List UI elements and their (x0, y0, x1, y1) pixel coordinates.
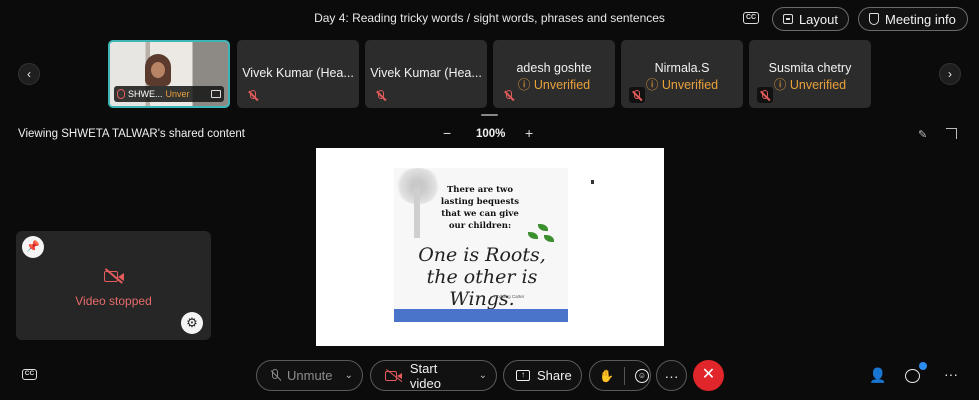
share-label: Share (537, 368, 572, 383)
zoom-in-button[interactable]: + (525, 125, 533, 141)
participant-name: Nirmala.S (654, 61, 710, 75)
shared-content: There are two lasting bequests that we c… (316, 148, 664, 346)
participant-face (151, 62, 165, 78)
share-button[interactable]: ↑ Share (503, 360, 582, 391)
quote-main: One is Roots, the other is Wings. (418, 244, 546, 310)
chevron-down-icon[interactable]: ⌄ (479, 370, 487, 381)
muted-mic-icon (245, 87, 261, 103)
strip-prev-button[interactable]: ‹ (18, 63, 40, 85)
zoom-out-button[interactable]: − (443, 125, 451, 141)
muted-mic-icon (269, 368, 282, 383)
participant-tile[interactable]: Vivek Kumar (Hea... (237, 40, 359, 108)
mic-icon (117, 89, 125, 99)
chat-notification-badge (919, 362, 927, 370)
expand-icon[interactable] (946, 128, 957, 139)
zoom-level: 100% (476, 128, 506, 140)
unverified-label: Unver (165, 89, 190, 99)
control-bar: CC Unmute ⌄ Start video ⌄ ↑ Share ✋ ☺ ··… (0, 355, 979, 395)
participant-name: Vivek Kumar (Hea... (242, 66, 354, 80)
chevron-down-icon[interactable]: ⌄ (345, 370, 353, 381)
tile-footer: SHWE... Unver (114, 86, 224, 102)
participant-tile[interactable]: adesh goshte ⓘ Unverified (493, 40, 615, 108)
strip-resize-handle[interactable] (481, 114, 498, 116)
more-menu-icon[interactable]: ··· (944, 366, 958, 382)
participant-tile[interactable]: Vivek Kumar (Hea... (365, 40, 487, 108)
muted-mic-icon (757, 87, 773, 103)
meeting-info-button[interactable]: Meeting info (858, 7, 968, 31)
video-off-icon (104, 268, 124, 284)
participant-name: adesh goshte (516, 61, 592, 75)
reactions-group: ✋ ☺ (589, 360, 651, 391)
start-video-label: Start video (409, 360, 441, 391)
raise-hand-icon[interactable]: ✋ (599, 369, 614, 383)
presenter-cursor (591, 180, 594, 184)
layout-icon (783, 14, 793, 24)
tree-illustration (394, 168, 442, 238)
divider (623, 366, 625, 385)
end-call-button[interactable]: ✕ (693, 360, 724, 391)
annotate-icon[interactable]: ✎ (918, 128, 930, 141)
closed-captions-icon[interactable]: CC (743, 12, 759, 24)
quote-author: ~ Hodding Carter (490, 294, 525, 299)
sharing-icon (211, 90, 221, 98)
share-icon: ↑ (516, 370, 530, 381)
chat-icon[interactable] (905, 369, 920, 383)
participant-tile-active-speaker[interactable]: SHWE... Unver (108, 40, 230, 108)
shield-icon (869, 13, 879, 25)
top-bar: Day 4: Reading tricky words / sight word… (0, 0, 979, 36)
leaves-illustration (526, 224, 556, 244)
video-stopped-label: Video stopped (75, 294, 152, 308)
video-off-icon (385, 368, 403, 383)
participant-tile[interactable]: Nirmala.S ⓘ Unverified (621, 40, 743, 108)
start-video-button[interactable]: Start video ⌄ (370, 360, 497, 391)
participant-name: Vivek Kumar (Hea... (370, 66, 482, 80)
unmute-label: Unmute (287, 368, 333, 383)
layout-button[interactable]: Layout (772, 7, 849, 31)
meeting-info-label: Meeting info (885, 11, 956, 27)
unmute-button[interactable]: Unmute ⌄ (256, 360, 363, 391)
participant-tile[interactable]: Susmita chetry ⓘ Unverified (749, 40, 871, 108)
participant-name: SHWE... (128, 89, 163, 99)
strip-next-button[interactable]: › (939, 63, 961, 85)
more-options-button[interactable]: ··· (656, 360, 687, 391)
quote-footer-bar (394, 309, 568, 322)
viewing-label: Viewing SHWETA TALWAR's shared content (18, 128, 245, 140)
gear-icon[interactable]: ⚙ (181, 312, 203, 334)
muted-mic-icon (501, 87, 517, 103)
quote-image: There are two lasting bequests that we c… (394, 168, 568, 320)
emoji-reaction-icon[interactable]: ☺ (634, 368, 649, 383)
muted-mic-icon (629, 87, 645, 103)
muted-mic-icon (373, 87, 389, 103)
participants-icon[interactable]: 👤 (869, 367, 886, 384)
layout-label: Layout (798, 11, 838, 27)
participant-name: Susmita chetry (768, 61, 852, 75)
pin-icon[interactable]: 📌 (22, 236, 44, 258)
quote-intro: There are two lasting bequests that we c… (440, 185, 520, 231)
self-view-panel: 📌 Video stopped ⚙ (16, 231, 211, 340)
captions-icon[interactable]: CC (22, 369, 37, 380)
